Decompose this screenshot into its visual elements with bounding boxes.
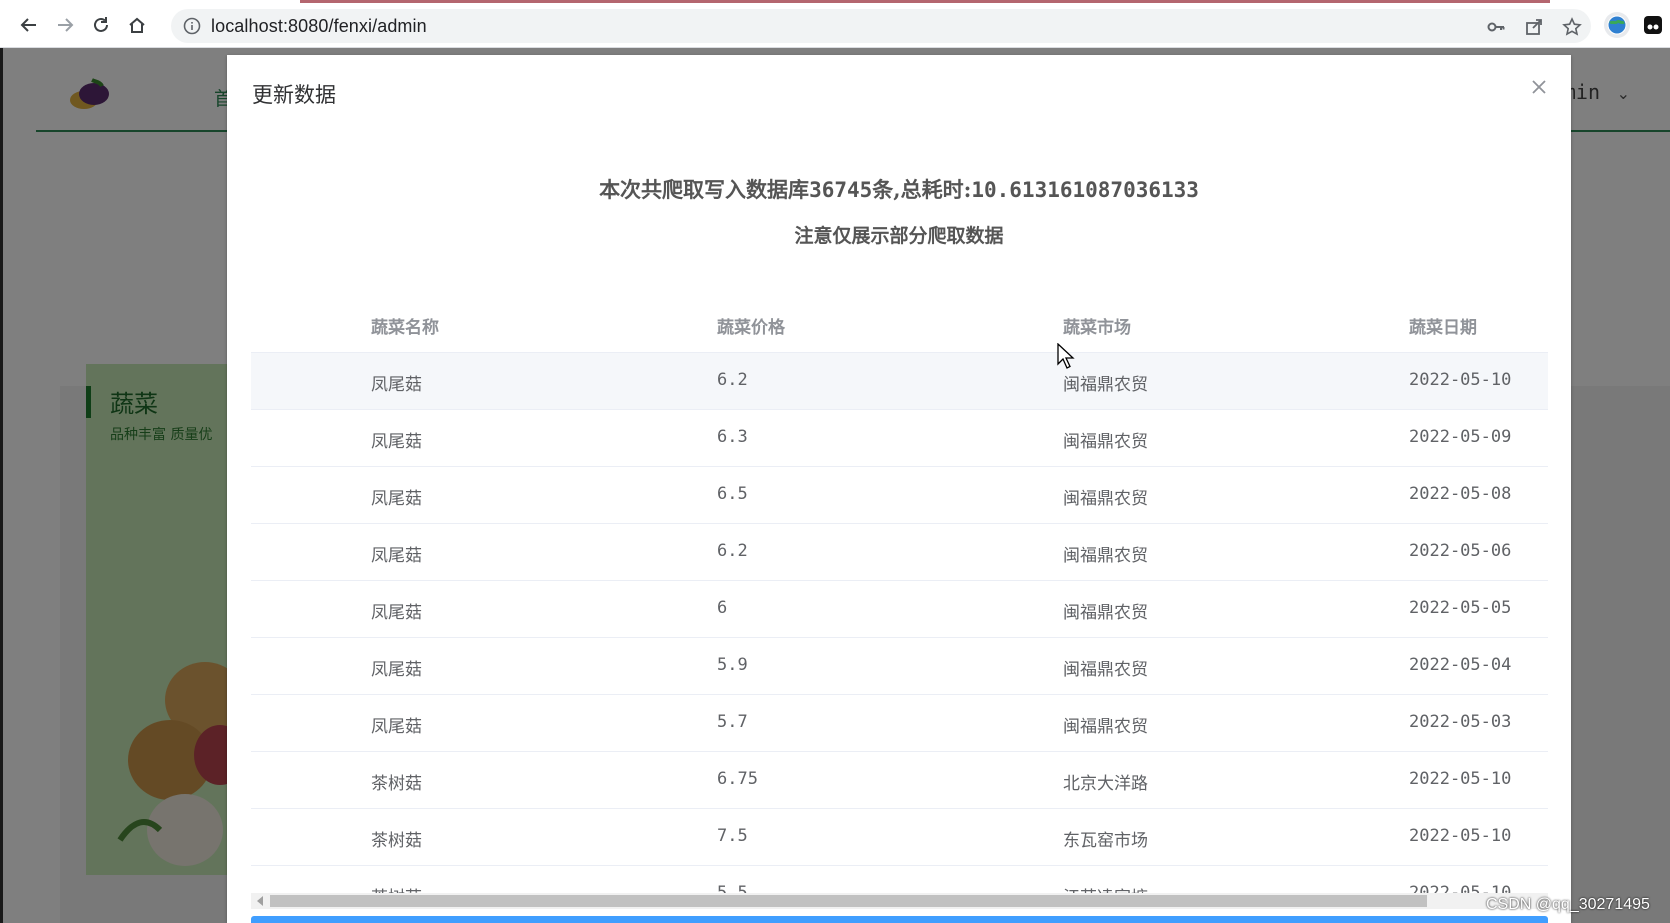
url-text: localhost:8080/fenxi/admin — [211, 16, 427, 36]
globe-extension-icon — [1607, 15, 1627, 35]
cell-market: 闽福鼎农贸 — [1063, 660, 1148, 680]
table-row[interactable]: 茶树菇 7.5 东瓦窑市场 2022-05-10 — [251, 809, 1548, 866]
share-button[interactable] — [1523, 16, 1545, 38]
cell-market: 闽福鼎农贸 — [1063, 489, 1148, 509]
summary-mid: 条,总耗时: — [872, 177, 972, 202]
summary-prefix: 本次共爬取写入数据库 — [599, 177, 810, 202]
partial-data-notice: 注意仅展示部分爬取数据 — [794, 225, 1004, 247]
cell-price: 5.9 — [717, 655, 748, 675]
cell-price: 6.75 — [717, 769, 758, 789]
cell-date: 2022-05-04 — [1409, 655, 1512, 675]
cell-name: 凤尾菇 — [371, 432, 422, 452]
table-body: 凤尾菇 6.2 闽福鼎农贸 2022-05-10 凤尾菇 6.3 闽福鼎农贸 2022-05-… — [251, 353, 1548, 923]
cell-name: 凤尾菇 — [371, 546, 422, 566]
table-row[interactable]: 凤尾菇 6.5 闽福鼎农贸 2022-05-08 — [251, 467, 1548, 524]
cell-name: 凤尾菇 — [371, 603, 422, 623]
table-row[interactable]: 凤尾菇 6.3 闽福鼎农贸 2022-05-09 — [251, 410, 1548, 467]
address-bar[interactable]: localhost:8080/fenxi/admin — [171, 9, 1591, 43]
scrollbar-thumb[interactable] — [270, 895, 1427, 907]
share-icon — [1526, 19, 1542, 35]
table-row[interactable]: 凤尾菇 5.7 闽福鼎农贸 2022-05-03 — [251, 695, 1548, 752]
cell-date: 2022-05-10 — [1409, 370, 1512, 390]
star-icon — [1562, 17, 1582, 36]
cell-market: 东瓦窑市场 — [1063, 831, 1148, 851]
extension-button[interactable] — [1604, 12, 1630, 38]
table-row[interactable]: 凤尾菇 6.2 闽福鼎农贸 2022-05-10 — [251, 353, 1548, 410]
cell-price: 6.3 — [717, 427, 748, 447]
cell-price: 5.7 — [717, 712, 748, 732]
back-arrow-icon — [20, 18, 36, 32]
cell-date: 2022-05-03 — [1409, 712, 1512, 732]
forward-button[interactable] — [52, 12, 78, 38]
cell-name: 凤尾菇 — [371, 660, 422, 680]
cell-name: 凤尾菇 — [371, 375, 422, 395]
cell-market: 闽福鼎农贸 — [1063, 432, 1148, 452]
reload-button[interactable] — [88, 12, 114, 38]
cell-price: 6.5 — [717, 484, 748, 504]
cell-date: 2022-05-05 — [1409, 598, 1512, 618]
password-key-button[interactable] — [1485, 16, 1507, 38]
column-header-date[interactable]: 蔬菜日期 — [1409, 313, 1477, 338]
cell-price: 6.2 — [717, 541, 748, 561]
table-row[interactable]: 凤尾菇 6.2 闽福鼎农贸 2022-05-06 — [251, 524, 1548, 581]
browser-toolbar: localhost:8080/fenxi/admin — [0, 3, 1670, 48]
cell-date: 2022-05-08 — [1409, 484, 1512, 504]
column-header-price[interactable]: 蔬菜价格 — [717, 313, 785, 338]
cell-market: 北京大洋路 — [1063, 774, 1148, 794]
cell-price: 6 — [717, 598, 728, 618]
close-icon[interactable] — [1529, 77, 1549, 97]
column-header-market[interactable]: 蔬菜市场 — [1063, 313, 1131, 338]
cell-date: 2022-05-10 — [1409, 826, 1512, 846]
extension-button-2[interactable] — [1640, 12, 1666, 38]
cell-name: 茶树菇 — [371, 831, 422, 851]
tampermonkey-icon — [1644, 16, 1662, 34]
dialog-title: 更新数据 — [252, 83, 336, 107]
cell-market: 闽福鼎农贸 — [1063, 375, 1148, 395]
back-button[interactable] — [16, 12, 42, 38]
home-icon — [129, 17, 145, 33]
cell-date: 2022-05-06 — [1409, 541, 1512, 561]
key-icon — [1487, 22, 1505, 32]
cell-market: 闽福鼎农贸 — [1063, 546, 1148, 566]
cell-name: 茶树菇 — [371, 774, 422, 794]
reload-icon — [94, 17, 108, 32]
horizontal-scrollbar[interactable] — [251, 893, 1548, 909]
home-button[interactable] — [124, 12, 150, 38]
crawl-summary: 本次共爬取写入数据库36745条,总耗时:10.613161087036133 — [227, 174, 1571, 204]
table-row[interactable]: 茶树菇 6.75 北京大洋路 2022-05-10 — [251, 752, 1548, 809]
cell-date: 2022-05-10 — [1409, 769, 1512, 789]
cell-price: 7.5 — [717, 826, 748, 846]
summary-time: 10.613161087036133 — [971, 178, 1199, 202]
table-row[interactable]: 凤尾菇 6 闽福鼎农贸 2022-05-05 — [251, 581, 1548, 638]
table-header: 蔬菜名称 蔬菜价格 蔬菜市场 蔬菜日期 — [251, 296, 1548, 353]
cell-market: 闽福鼎农贸 — [1063, 603, 1148, 623]
scroll-left-arrow-icon[interactable] — [257, 896, 263, 906]
cell-price: 6.2 — [717, 370, 748, 390]
mouse-cursor-icon — [1057, 343, 1075, 369]
column-header-name[interactable]: 蔬菜名称 — [371, 313, 439, 338]
crawl-data-table: 蔬菜名称 蔬菜价格 蔬菜市场 蔬菜日期 凤尾菇 6.2 闽福鼎农贸 2022-05-1… — [251, 296, 1548, 923]
forward-arrow-icon — [58, 18, 74, 32]
primary-action-bar[interactable] — [251, 916, 1548, 923]
update-data-dialog: 更新数据 本次共爬取写入数据库36745条,总耗时:10.61316108703… — [227, 55, 1571, 923]
cell-date: 2022-05-09 — [1409, 427, 1512, 447]
cell-name: 凤尾菇 — [371, 489, 422, 509]
watermark: CSDN @qq_30271495 — [1486, 896, 1650, 913]
bookmark-button[interactable] — [1561, 16, 1583, 38]
summary-count: 36745 — [809, 178, 873, 202]
cell-name: 凤尾菇 — [371, 717, 422, 737]
table-row[interactable]: 凤尾菇 5.9 闽福鼎农贸 2022-05-04 — [251, 638, 1548, 695]
site-info-icon[interactable] — [183, 17, 201, 35]
cell-market: 闽福鼎农贸 — [1063, 717, 1148, 737]
